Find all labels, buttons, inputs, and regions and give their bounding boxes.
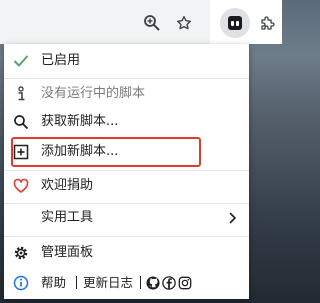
heart-icon [13, 178, 29, 194]
changelog-link[interactable]: 更新日志 [83, 275, 133, 291]
menu-divider [4, 236, 249, 237]
search-icon [13, 114, 29, 130]
info-person-icon [13, 86, 29, 102]
menu-item-utilities-label: 实用工具 [41, 210, 94, 225]
instagram-icon[interactable] [178, 275, 192, 290]
tampermonkey-extension-button[interactable] [220, 8, 250, 38]
browser-toolbar [0, 0, 282, 44]
check-icon [13, 53, 29, 69]
zoom-icon[interactable] [142, 13, 162, 33]
menu-item-donate[interactable]: 欢迎捐助 [4, 172, 249, 200]
footer-separator [76, 276, 77, 289]
extensions-puzzle-icon[interactable] [258, 13, 278, 33]
menu-item-no-running-scripts-label: 没有运行中的脚本 [41, 86, 146, 101]
menu-item-enabled-label: 已启用 [41, 53, 81, 68]
extension-popup-menu: 已启用 没有运行中的脚本 获取新脚本... 添加新脚本... 欢迎捐助 实用工具… [4, 44, 249, 299]
info-icon [13, 275, 29, 291]
menu-item-no-running-scripts: 没有运行中的脚本 [4, 80, 249, 108]
footer-separator [140, 276, 141, 289]
menu-item-get-new-scripts[interactable]: 获取新脚本... [4, 108, 249, 136]
menu-divider [4, 170, 249, 171]
menu-item-enabled[interactable]: 已启用 [4, 47, 249, 75]
menu-divider [4, 78, 249, 79]
menu-item-dashboard-label: 管理面板 [41, 245, 94, 260]
menu-item-get-new-scripts-label: 获取新脚本... [41, 114, 119, 129]
github-icon[interactable] [146, 275, 160, 290]
help-link[interactable]: 帮助 [41, 275, 66, 291]
menu-item-utilities[interactable]: 实用工具 [4, 204, 249, 232]
gear-icon [13, 245, 29, 261]
menu-item-donate-label: 欢迎捐助 [41, 178, 94, 193]
bookmark-star-icon[interactable] [174, 13, 194, 33]
facebook-icon[interactable] [162, 275, 176, 290]
highlight-annotation-box [11, 137, 201, 167]
tampermonkey-icon [228, 16, 242, 30]
menu-footer: 帮助 更新日志 [4, 271, 249, 295]
chevron-right-icon [227, 211, 239, 225]
menu-item-dashboard[interactable]: 管理面板 [4, 239, 249, 267]
